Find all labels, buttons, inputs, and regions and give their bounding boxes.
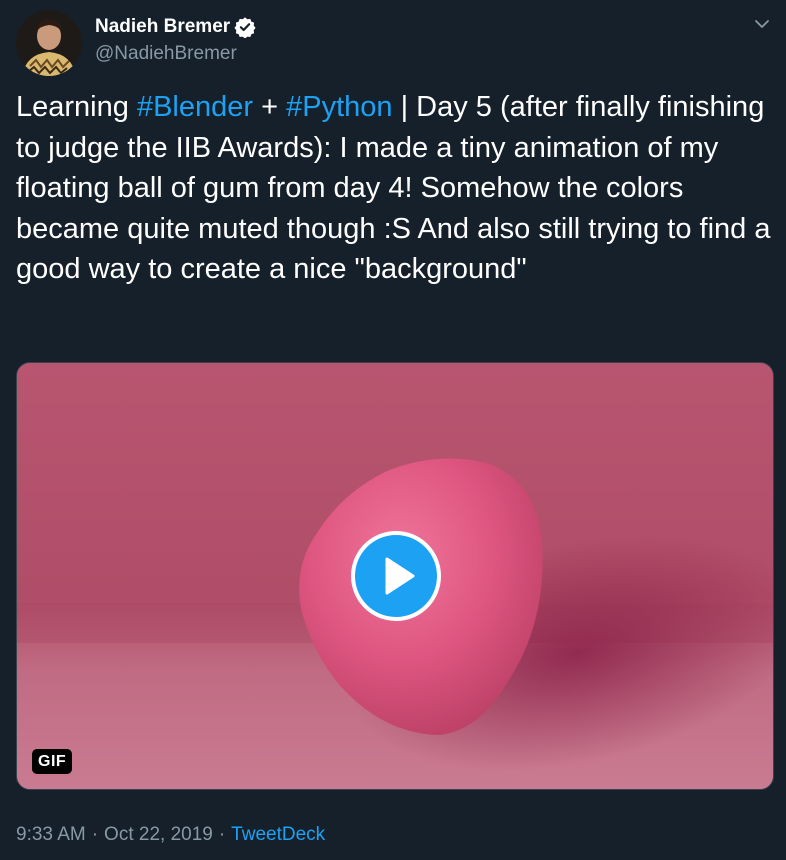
verified-badge-icon [234, 16, 256, 39]
tweet-text-part: + [253, 91, 287, 123]
source-link[interactable]: TweetDeck [231, 822, 325, 848]
hashtag-python[interactable]: #Python [286, 91, 392, 123]
chevron-down-icon[interactable] [752, 14, 772, 34]
tweet-meta: 9:33 AM · Oct 22, 2019 · TweetDeck [16, 822, 325, 848]
hashtag-blender[interactable]: #Blender [137, 91, 253, 123]
play-icon [385, 557, 415, 595]
gif-media[interactable]: GIF [16, 362, 774, 790]
user-handle[interactable]: @NadiehBremer [95, 42, 237, 66]
tweet-time[interactable]: 9:33 AM [16, 822, 86, 848]
meta-separator: · [91, 824, 99, 845]
tweet-date[interactable]: Oct 22, 2019 [104, 822, 213, 848]
tweet-text-part: Learning [16, 91, 137, 123]
meta-separator: · [218, 824, 226, 845]
play-button[interactable] [351, 531, 441, 621]
gif-badge: GIF [32, 749, 73, 774]
avatar[interactable] [16, 10, 82, 76]
name-row: Nadieh Bremer [95, 15, 256, 39]
tweet-text: Learning #Blender + #Python | Day 5 (aft… [16, 87, 776, 290]
tweet: Nadieh Bremer @NadiehBremer Learning #Bl… [0, 0, 786, 860]
display-name[interactable]: Nadieh Bremer [95, 15, 230, 39]
